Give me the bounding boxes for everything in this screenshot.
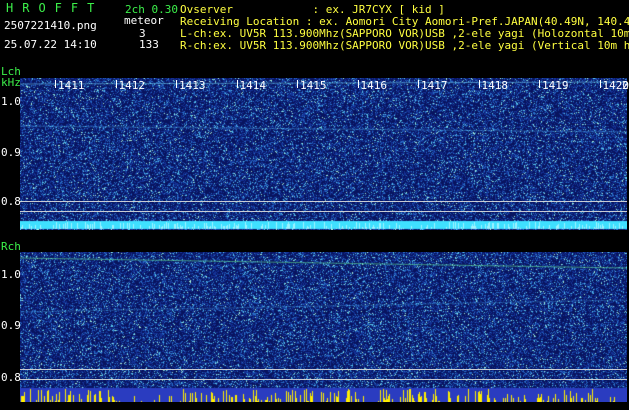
time-tick-mark: [176, 80, 177, 88]
rch-guide-line-lower: [20, 379, 627, 380]
time-tick-label: 1419: [542, 79, 569, 92]
time-tick-label: 1412: [118, 79, 146, 92]
app-brand: HROFFT: [6, 1, 104, 15]
lch-ylabel-0.8: 0.8: [1, 195, 21, 208]
time-tick-label: 1417: [421, 79, 448, 92]
time-tick-edge-label: 2: [622, 79, 629, 92]
time-tick-label: 1411: [58, 79, 85, 92]
lch-spectrogram: [20, 78, 627, 230]
time-tick-label: 1415: [300, 79, 327, 92]
rch-guide-line-upper: [20, 369, 627, 370]
lch-ylabel-1.0: 1.0: [1, 95, 21, 108]
time-tick-mark: [418, 80, 419, 88]
rch-title: Rch: [1, 240, 21, 253]
lch-unit: kHz: [1, 76, 21, 89]
rch-ylabel-0.9: 0.9: [1, 319, 21, 332]
meteor-count-rch: 133: [139, 38, 159, 51]
time-tick-mark: [539, 80, 540, 88]
capture-datetime: 25.07.22 14:10: [4, 38, 97, 51]
rch-ylabel-0.8: 0.8: [1, 371, 21, 384]
time-tick-mark: [55, 80, 56, 88]
time-tick-mark: [599, 80, 601, 88]
rch-receiver-line: R-ch:ex. UV5R 113.900Mhz(SAPPORO VOR)USB…: [180, 39, 629, 52]
time-tick-label: 1418: [481, 79, 509, 92]
image-filename: 2507221410.png: [4, 19, 97, 32]
lch-guide-line-upper: [20, 201, 627, 202]
time-tick-mark: [236, 80, 238, 88]
lch-guide-line-lower: [20, 211, 627, 212]
meteor-label: meteor: [124, 14, 164, 27]
lch-spectrogram-canvas: [20, 78, 627, 230]
time-tick-mark: [115, 80, 117, 88]
time-tick-mark: [478, 80, 480, 88]
time-tick-label: 1413: [179, 79, 206, 92]
lch-ylabel-0.9: 0.9: [1, 146, 21, 159]
rch-ylabel-1.0: 1.0: [1, 268, 21, 281]
time-tick-mark: [357, 80, 359, 88]
time-tick-label: 1416: [360, 79, 388, 92]
hrofft-window: HROFFT 2507221410.png 25.07.22 14:10 2ch…: [0, 0, 629, 410]
time-tick-mark: [297, 80, 298, 88]
time-tick-label: 1414: [239, 79, 267, 92]
